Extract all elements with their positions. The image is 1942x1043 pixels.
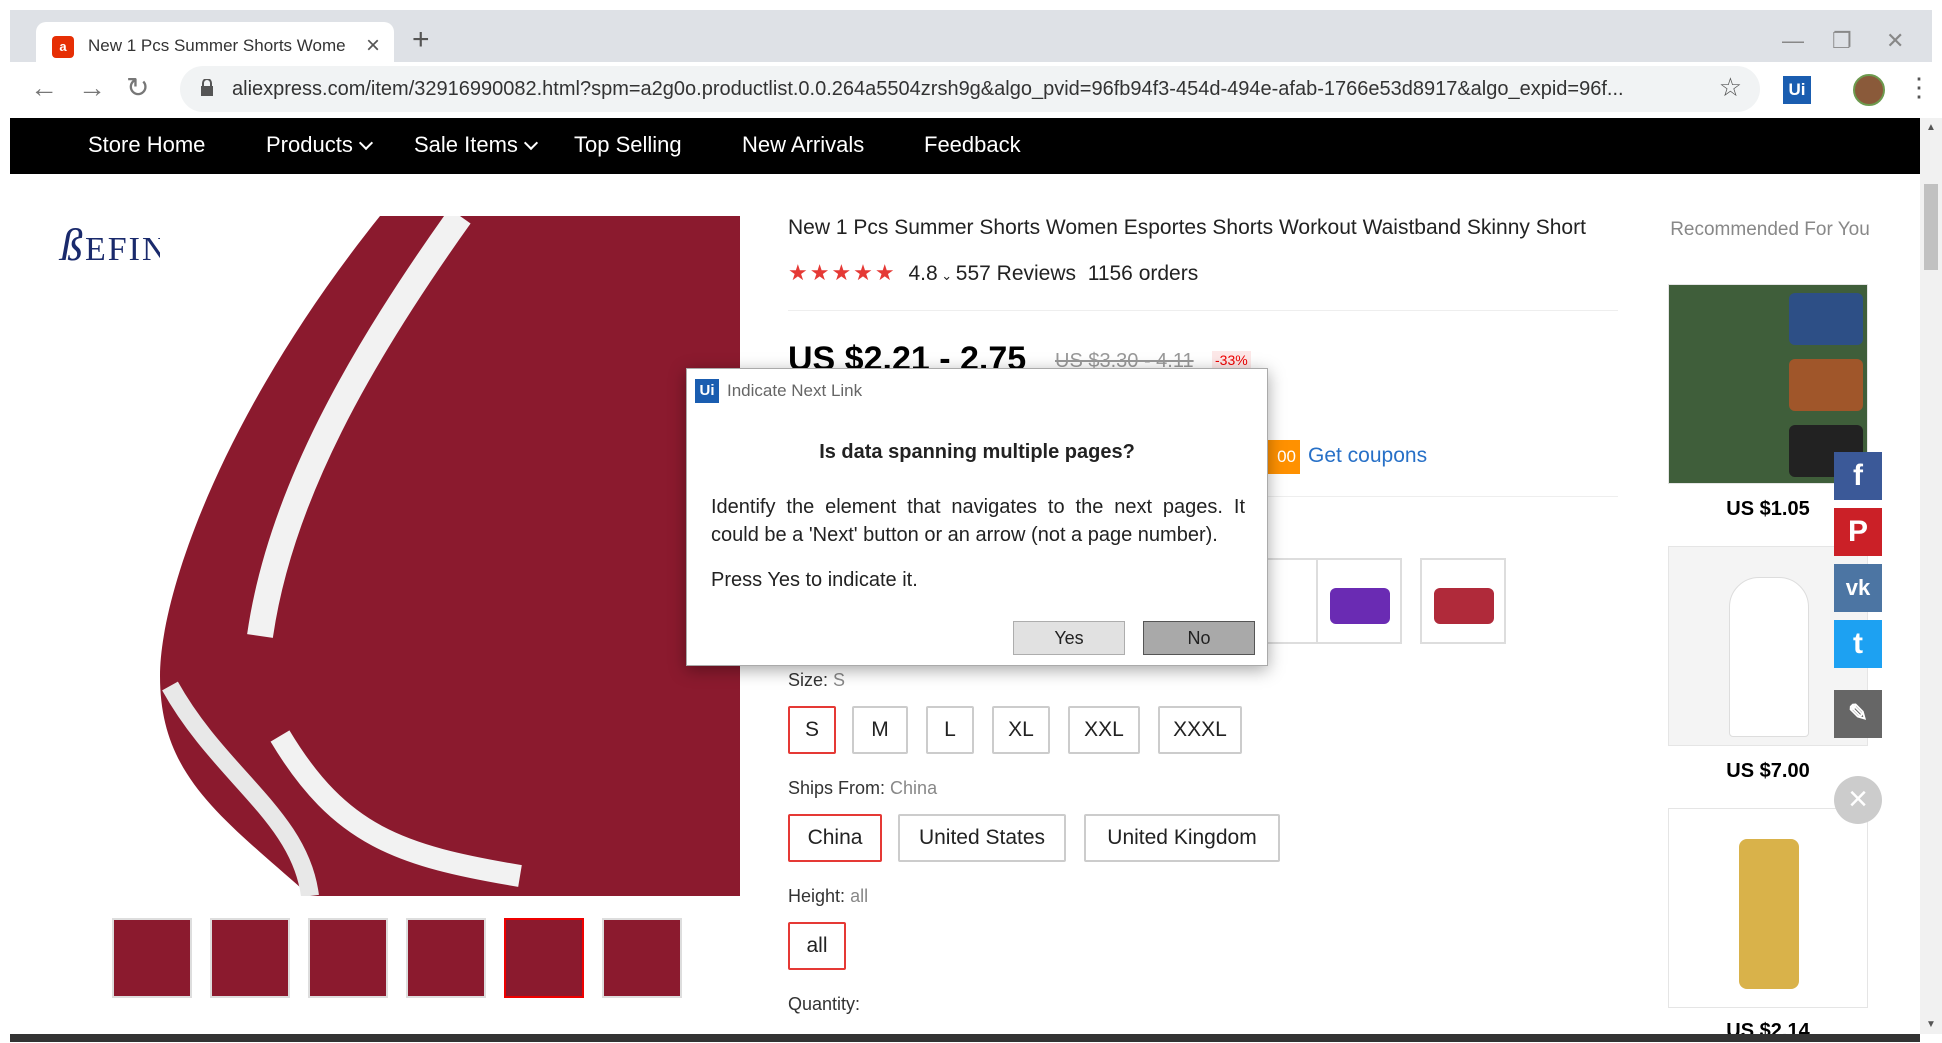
rating-row: ★★★★★ 4.8 ⌄ 557 Reviews 1156 orders — [788, 260, 1198, 286]
nav-sale-items[interactable]: Sale Items — [414, 132, 539, 158]
ships-selected-value: China — [890, 778, 938, 798]
reviews-link[interactable]: 557 Reviews — [956, 262, 1076, 285]
divider — [1260, 496, 1618, 497]
height-label: Height: all — [788, 886, 868, 907]
size-option-l[interactable]: L — [926, 706, 974, 754]
product-title: New 1 Pcs Summer Shorts Women Esportes S… — [788, 216, 1586, 239]
nav-label: Sale Items — [414, 132, 518, 157]
close-window-icon[interactable]: ✕ — [1886, 28, 1904, 54]
nav-label: Feedback — [924, 132, 1021, 157]
chevron-down-icon — [358, 135, 373, 151]
restore-icon[interactable]: ❐ — [1832, 28, 1852, 54]
quantity-label: Quantity: — [788, 994, 861, 1014]
size-option-xl[interactable]: XL — [992, 706, 1050, 754]
new-tab-button[interactable]: + — [412, 25, 430, 55]
nav-top-selling[interactable]: Top Selling — [574, 132, 682, 158]
reload-icon[interactable]: ↻ — [126, 74, 149, 102]
nav-products[interactable]: Products — [266, 132, 373, 158]
uipath-extension-icon[interactable]: Ui — [1783, 76, 1811, 104]
nav-label: Top Selling — [574, 132, 682, 157]
profile-avatar[interactable] — [1853, 74, 1885, 106]
scroll-down-arrow-icon[interactable]: ▼ — [1926, 1019, 1936, 1030]
size-option-s[interactable]: S — [788, 706, 836, 754]
tab-title: New 1 Pcs Summer Shorts Wome — [88, 36, 346, 55]
forward-arrow-icon[interactable]: → — [78, 74, 106, 102]
nav-new-arrivals[interactable]: New Arrivals — [742, 132, 864, 158]
recommended-title: Recommended For You — [1670, 219, 1870, 240]
color-swatch-purple[interactable] — [1316, 558, 1402, 644]
nav-store-home[interactable]: Store Home — [88, 132, 205, 158]
url-text: aliexpress.com/item/32916990082.html?spm… — [232, 78, 1624, 100]
ships-option-united-kingdom[interactable]: United Kingdom — [1084, 814, 1280, 862]
scroll-up-arrow-icon[interactable]: ▲ — [1926, 122, 1936, 133]
star-rating-icon: ★★★★★ — [788, 260, 897, 285]
discount-badge: -33% — [1212, 351, 1251, 369]
product-thumbnail[interactable] — [112, 918, 192, 998]
twitter-icon[interactable]: t — [1834, 620, 1882, 668]
chevron-down-icon — [523, 135, 539, 151]
vk-icon[interactable]: vk — [1834, 564, 1882, 612]
edit-pencil-icon[interactable]: ✎ — [1834, 690, 1882, 738]
product-thumbnail[interactable] — [602, 918, 682, 998]
nav-label: Store Home — [88, 132, 206, 157]
recommended-item-image[interactable] — [1668, 808, 1868, 1008]
no-button[interactable]: No — [1143, 621, 1255, 655]
dialog-title: Indicate Next Link — [727, 381, 863, 400]
size-selected-value: S — [833, 670, 846, 690]
size-option-xxl[interactable]: XXL — [1068, 706, 1140, 754]
divider — [788, 310, 1618, 311]
tab-strip: a New 1 Pcs Summer Shorts Wome × + — ❐ ✕ — [10, 10, 1932, 72]
ships-option-united-states[interactable]: United States — [898, 814, 1066, 862]
scrollbar-thumb[interactable] — [1924, 184, 1938, 270]
aliexpress-favicon-icon: a — [52, 36, 74, 58]
height-option-all[interactable]: all — [788, 922, 846, 970]
size-label-text: Size: — [788, 670, 829, 690]
product-thumbnail-selected[interactable] — [504, 918, 584, 998]
facebook-icon[interactable]: f — [1834, 452, 1882, 500]
close-tab-icon[interactable]: × — [366, 32, 380, 60]
ships-from-label: Ships From: China — [788, 778, 937, 799]
uipath-icon: Ui — [695, 379, 719, 403]
ships-label-text: Ships From: — [788, 778, 886, 798]
bookmark-star-icon[interactable]: ☆ — [1719, 72, 1742, 103]
height-label-text: Height: — [788, 886, 846, 906]
rating-value[interactable]: 4.8 — [908, 262, 937, 285]
chevron-down-icon: ⌄ — [937, 268, 956, 283]
height-selected-value: all — [850, 886, 869, 906]
dialog-message: Identify the element that navigates to t… — [711, 496, 1245, 546]
size-option-m[interactable]: M — [852, 706, 908, 754]
product-main-image[interactable] — [160, 216, 740, 896]
product-thumbnail[interactable] — [308, 918, 388, 998]
ships-option-china[interactable]: China — [788, 814, 882, 862]
color-swatch-red[interactable] — [1420, 558, 1506, 644]
back-arrow-icon[interactable]: ← — [30, 74, 58, 102]
nav-label: New Arrivals — [742, 132, 865, 157]
recommended-price: US $7.00 — [1726, 760, 1810, 782]
store-nav-bar: Store Home Products Sale Items Top Selli… — [10, 118, 1920, 174]
dialog-instruction: Press Yes to indicate it. — [711, 569, 918, 591]
size-label: Size: S — [788, 670, 845, 691]
lock-icon — [201, 79, 213, 96]
nav-label: Products — [266, 132, 353, 157]
dialog-question: Is data spanning multiple pages? — [819, 441, 1135, 463]
indicate-next-link-dialog: Ui Indicate Next Link Is data spanning m… — [686, 368, 1268, 666]
minimize-icon[interactable]: — — [1782, 28, 1804, 54]
close-share-icon[interactable]: × — [1834, 776, 1882, 824]
yes-button[interactable]: Yes — [1013, 621, 1125, 655]
orders-count: 1156 orders — [1087, 262, 1199, 285]
vertical-scrollbar[interactable]: ▲ ▼ — [1920, 118, 1942, 1034]
product-thumbnail[interactable] — [406, 918, 486, 998]
pinterest-icon[interactable]: P — [1834, 508, 1882, 556]
browser-menu-icon[interactable]: ⋮ — [1906, 72, 1932, 103]
shorts-photo — [160, 216, 740, 896]
browser-toolbar: ← → ↻ aliexpress.com/item/32916990082.ht… — [10, 62, 1932, 118]
size-option-xxxl[interactable]: XXXL — [1158, 706, 1242, 754]
address-bar[interactable]: aliexpress.com/item/32916990082.html?spm… — [180, 66, 1760, 112]
taskbar-strip — [10, 1034, 1920, 1042]
get-coupons-link[interactable]: Get coupons — [1308, 444, 1427, 468]
product-thumbnail[interactable] — [210, 918, 290, 998]
nav-feedback[interactable]: Feedback — [924, 132, 1021, 158]
